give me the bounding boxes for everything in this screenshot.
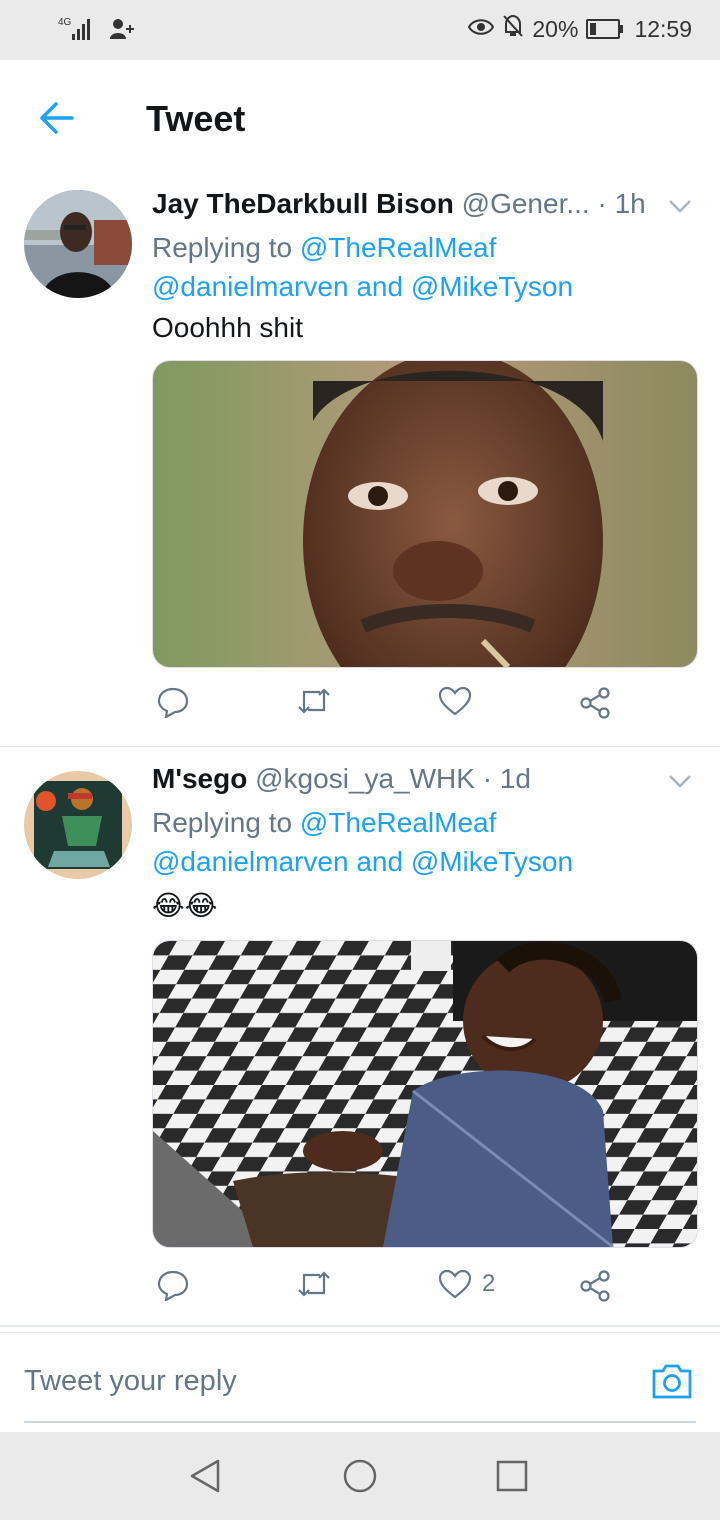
page-title: Tweet [146,98,246,139]
nav-home-icon[interactable] [342,1458,378,1499]
battery-icon [586,19,624,39]
chevron-down-icon[interactable] [668,198,692,214]
tweet[interactable]: M'sego @kgosi_ya_WHK · 1d Replying to @T… [0,747,720,1327]
tweet[interactable]: Jay TheDarkbull Bison @Gener... · 1h Rep… [0,172,720,747]
mention-link[interactable]: @TheRealMeaf [300,232,497,263]
mention-link[interactable]: @MikeTyson [411,846,573,877]
share-icon[interactable] [578,1269,612,1303]
eye-icon [468,16,495,43]
input-underline [24,1421,696,1423]
mention-link[interactable]: @TheRealMeaf [300,807,497,838]
clock: 12:59 [634,15,692,42]
tweet-time: · 1h [597,188,646,219]
replying-to: Replying to @TheRealMeaf @danielmarven a… [152,807,574,877]
retweet-icon[interactable] [296,1269,332,1299]
author-handle: @Gener... [461,188,590,219]
reply-icon[interactable] [156,686,190,718]
tweet-image[interactable] [152,360,698,668]
app-header: Tweet [0,60,720,173]
nav-recents-icon[interactable] [496,1460,528,1497]
camera-icon[interactable] [650,1361,694,1401]
author-handle: @kgosi_ya_WHK [255,763,475,794]
like-count: 2 [482,1270,496,1297]
like-icon[interactable] [438,686,482,716]
author-name[interactable]: Jay TheDarkbull Bison [152,188,454,219]
avatar[interactable] [24,190,132,298]
tweet-text: 😂😂 [152,890,218,921]
battery-percent: 20% [532,15,579,42]
like-icon[interactable]: 2 [438,1269,495,1299]
reply-input[interactable]: Tweet your reply [24,1365,237,1398]
reply-icon[interactable] [156,1269,190,1301]
chevron-down-icon[interactable] [668,773,692,789]
nav-back-icon[interactable] [188,1458,222,1499]
avatar[interactable] [24,771,132,879]
tweet-text: Ooohhh shit [152,312,303,343]
reply-composer: Tweet your reply [0,1332,720,1433]
status-bar: 4G 20% 12:59 [0,0,720,60]
tweet-image[interactable] [152,940,698,1248]
arrow-left-icon[interactable] [36,98,76,138]
mention-link[interactable]: @danielmarven [152,271,349,302]
system-nav-bar [0,1432,720,1520]
mention-link[interactable]: @danielmarven [152,846,349,877]
retweet-icon[interactable] [296,686,332,716]
tweet-time: · 1d [482,763,531,794]
share-icon[interactable] [578,686,612,720]
replying-to: Replying to @TheRealMeaf @danielmarven a… [152,232,574,302]
person-add-icon [108,16,134,47]
author-name[interactable]: M'sego [152,763,247,794]
notifications-off-icon [502,14,524,44]
svg-text:4G: 4G [58,17,72,28]
signal-icon: 4G [58,14,98,49]
mention-link[interactable]: @MikeTyson [411,271,573,302]
